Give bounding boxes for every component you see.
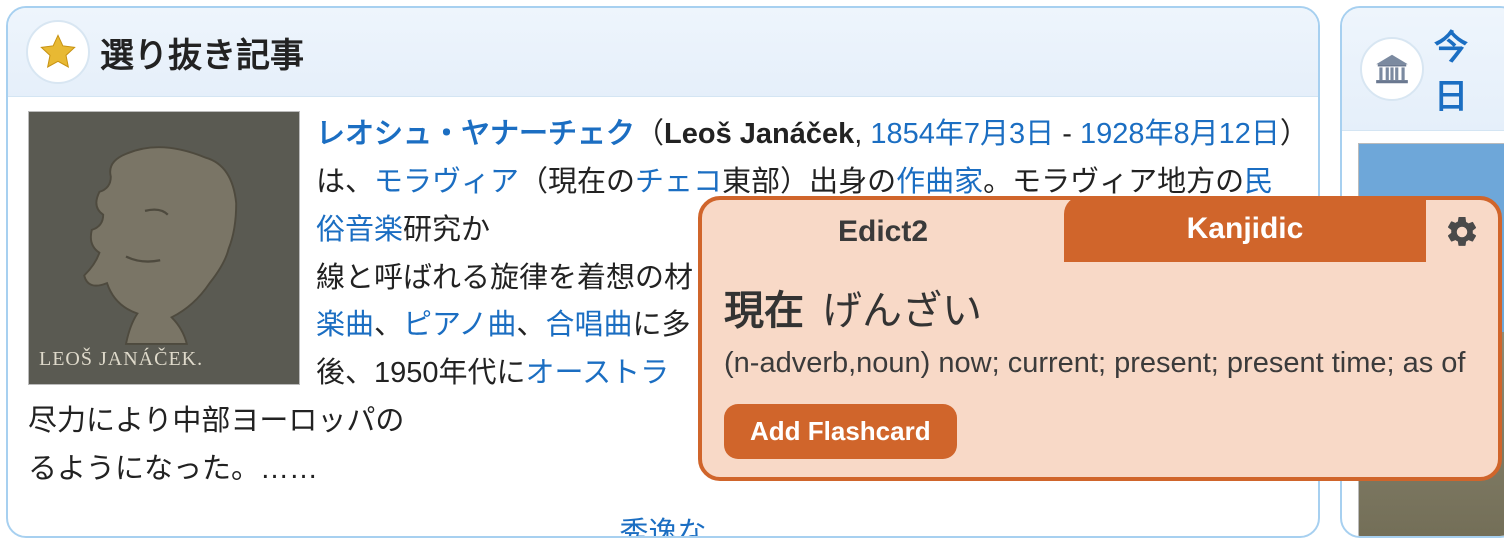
link-czech[interactable]: チェコ bbox=[635, 166, 722, 198]
today-title: 今日 bbox=[1434, 20, 1496, 118]
add-flashcard-button[interactable]: Add Flashcard bbox=[724, 404, 957, 459]
link-piano[interactable]: ピアノ曲 bbox=[403, 309, 516, 341]
gear-icon bbox=[1444, 214, 1480, 250]
entry-reading: げんざい bbox=[822, 289, 982, 333]
link-choral[interactable]: 合唱曲 bbox=[545, 309, 632, 341]
link-more-featured[interactable]: 秀逸な bbox=[619, 517, 706, 538]
thumbnail-caption: LEOŠ JANÁČEK. bbox=[39, 343, 203, 376]
museum-icon bbox=[1360, 37, 1424, 101]
article-end: るようになった。…… bbox=[28, 453, 318, 485]
link-moravia[interactable]: モラヴィア bbox=[374, 166, 519, 198]
settings-button[interactable] bbox=[1426, 200, 1498, 264]
dictionary-popup: Edict2 Kanjidic 現在げんざい (n-adverb,noun) n… bbox=[698, 196, 1502, 481]
popup-tabs: Edict2 Kanjidic bbox=[702, 200, 1498, 264]
link-subject[interactable]: レオシュ・ヤナーチェク bbox=[316, 118, 635, 150]
portrait-relief bbox=[69, 142, 259, 352]
link-birth-date[interactable]: 1854年7月3日 bbox=[870, 118, 1054, 150]
featured-article-title: 選り抜き記事 bbox=[100, 28, 304, 77]
entry-definition: (n-adverb,noun) now; current; present; p… bbox=[724, 342, 1476, 386]
popup-body: 現在げんざい (n-adverb,noun) now; current; pre… bbox=[702, 264, 1498, 477]
today-header: 今日 bbox=[1342, 8, 1504, 131]
link-austria[interactable]: オーストラ bbox=[526, 357, 670, 389]
link-death-date[interactable]: 1928年8月12日 bbox=[1080, 118, 1280, 150]
tab-kanjidic[interactable]: Kanjidic bbox=[1064, 196, 1426, 262]
link-composer[interactable]: 作曲家 bbox=[896, 166, 983, 198]
tab-edict2[interactable]: Edict2 bbox=[702, 200, 1064, 264]
article-thumbnail[interactable]: LEOŠ JANÁČEK. bbox=[28, 111, 300, 385]
entry-heading: 現在げんざい bbox=[724, 278, 1476, 336]
subject-roman: Leoš Janáček bbox=[664, 118, 854, 150]
link-gakkyoku[interactable]: 楽曲 bbox=[316, 309, 374, 341]
featured-article-header: 選り抜き記事 bbox=[8, 8, 1318, 97]
star-icon bbox=[26, 20, 90, 84]
entry-kanji: 現在 bbox=[724, 289, 804, 333]
